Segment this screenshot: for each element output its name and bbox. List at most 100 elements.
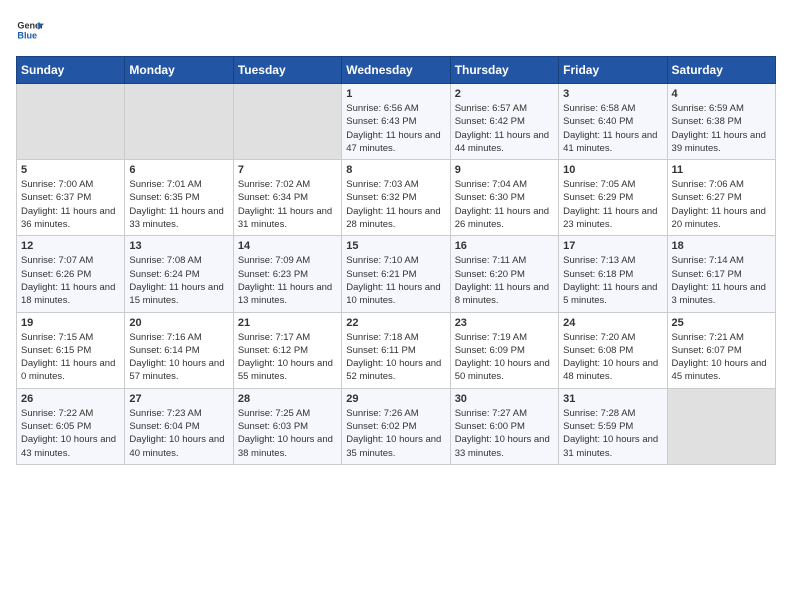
calendar-cell: 15 Sunrise: 7:10 AMSunset: 6:21 PMDayligh… [342,236,450,312]
day-info: Sunrise: 7:23 AMSunset: 6:04 PMDaylight:… [129,407,228,460]
day-info: Sunrise: 6:56 AMSunset: 6:43 PMDaylight:… [346,102,445,155]
day-info: Sunrise: 7:16 AMSunset: 6:14 PMDaylight:… [129,331,228,384]
calendar-cell: 29 Sunrise: 7:26 AMSunset: 6:02 PMDayligh… [342,388,450,464]
day-number: 23 [455,317,554,329]
day-number: 26 [21,393,120,405]
day-number: 8 [346,164,445,176]
day-info: Sunrise: 7:07 AMSunset: 6:26 PMDaylight:… [21,254,120,307]
calendar-cell: 23 Sunrise: 7:19 AMSunset: 6:09 PMDayligh… [450,312,558,388]
day-info: Sunrise: 7:22 AMSunset: 6:05 PMDaylight:… [21,407,120,460]
day-number: 31 [563,393,662,405]
day-info: Sunrise: 7:21 AMSunset: 6:07 PMDaylight:… [672,331,771,384]
logo-icon: General Blue [16,16,44,44]
calendar-week-row: 19Sunrise: 7:15 AMSunset: 6:15 PMDayligh… [17,312,776,388]
day-number: 14 [238,240,337,252]
day-number: 1 [346,88,445,100]
day-number: 22 [346,317,445,329]
day-number: 16 [455,240,554,252]
day-info: Sunrise: 7:28 AMSunset: 5:59 PMDaylight:… [563,407,662,460]
day-info: Sunrise: 7:26 AMSunset: 6:02 PMDaylight:… [346,407,445,460]
day-number: 18 [672,240,771,252]
calendar-cell: 12 Sunrise: 7:07 AMSunset: 6:26 PMDayligh… [17,236,125,312]
day-number: 27 [129,393,228,405]
day-info: Sunrise: 6:57 AMSunset: 6:42 PMDaylight:… [455,102,554,155]
day-info: Sunrise: 7:11 AMSunset: 6:20 PMDaylight:… [455,254,554,307]
calendar-body: 1 Sunrise: 6:56 AMSunset: 6:43 PMDaylight… [17,84,776,465]
day-number: 21 [238,317,337,329]
day-number: 12 [21,240,120,252]
calendar-cell: 9Sunrise: 7:04 AMSunset: 6:30 PMDaylight… [450,160,558,236]
calendar-header: SundayMondayTuesdayWednesdayThursdayFrid… [17,57,776,84]
page-header: General Blue [16,16,776,44]
calendar-cell: 16 Sunrise: 7:11 AMSunset: 6:20 PMDayligh… [450,236,558,312]
weekday-header: Wednesday [342,57,450,84]
day-info: Sunrise: 6:59 AMSunset: 6:38 PMDaylight:… [672,102,771,155]
calendar-cell: 5 Sunrise: 7:00 AMSunset: 6:37 PMDaylight… [17,160,125,236]
calendar-cell: 14Sunrise: 7:09 AMSunset: 6:23 PMDayligh… [233,236,341,312]
day-info: Sunrise: 7:17 AMSunset: 6:12 PMDaylight:… [238,331,337,384]
day-info: Sunrise: 7:20 AMSunset: 6:08 PMDaylight:… [563,331,662,384]
day-number: 10 [563,164,662,176]
day-info: Sunrise: 7:14 AMSunset: 6:17 PMDaylight:… [672,254,771,307]
day-number: 30 [455,393,554,405]
day-number: 3 [563,88,662,100]
calendar-cell [17,84,125,160]
calendar-cell: 1 Sunrise: 6:56 AMSunset: 6:43 PMDaylight… [342,84,450,160]
calendar-cell [233,84,341,160]
day-number: 11 [672,164,771,176]
day-number: 9 [455,164,554,176]
calendar-cell: 24Sunrise: 7:20 AMSunset: 6:08 PMDayligh… [559,312,667,388]
calendar-cell: 19Sunrise: 7:15 AMSunset: 6:15 PMDayligh… [17,312,125,388]
svg-text:Blue: Blue [17,30,37,40]
calendar-week-row: 26 Sunrise: 7:22 AMSunset: 6:05 PMDayligh… [17,388,776,464]
weekday-header: Saturday [667,57,775,84]
calendar-cell: 13 Sunrise: 7:08 AMSunset: 6:24 PMDayligh… [125,236,233,312]
day-number: 25 [672,317,771,329]
day-info: Sunrise: 7:00 AMSunset: 6:37 PMDaylight:… [21,178,120,231]
calendar-week-row: 1 Sunrise: 6:56 AMSunset: 6:43 PMDaylight… [17,84,776,160]
day-number: 20 [129,317,228,329]
weekday-header: Friday [559,57,667,84]
day-number: 15 [346,240,445,252]
header-row: SundayMondayTuesdayWednesdayThursdayFrid… [17,57,776,84]
calendar-table: SundayMondayTuesdayWednesdayThursdayFrid… [16,56,776,465]
day-number: 4 [672,88,771,100]
day-info: Sunrise: 6:58 AMSunset: 6:40 PMDaylight:… [563,102,662,155]
calendar-cell: 4 Sunrise: 6:59 AMSunset: 6:38 PMDaylight… [667,84,775,160]
day-info: Sunrise: 7:01 AMSunset: 6:35 PMDaylight:… [129,178,228,231]
weekday-header: Sunday [17,57,125,84]
day-info: Sunrise: 7:27 AMSunset: 6:00 PMDaylight:… [455,407,554,460]
calendar-cell: 21 Sunrise: 7:17 AMSunset: 6:12 PMDayligh… [233,312,341,388]
day-number: 5 [21,164,120,176]
calendar-cell: 31 Sunrise: 7:28 AMSunset: 5:59 PMDayligh… [559,388,667,464]
calendar-cell: 20 Sunrise: 7:16 AMSunset: 6:14 PMDayligh… [125,312,233,388]
calendar-cell: 17Sunrise: 7:13 AMSunset: 6:18 PMDayligh… [559,236,667,312]
calendar-cell: 27 Sunrise: 7:23 AMSunset: 6:04 PMDayligh… [125,388,233,464]
calendar-week-row: 5 Sunrise: 7:00 AMSunset: 6:37 PMDaylight… [17,160,776,236]
day-number: 13 [129,240,228,252]
day-info: Sunrise: 7:19 AMSunset: 6:09 PMDaylight:… [455,331,554,384]
day-info: Sunrise: 7:25 AMSunset: 6:03 PMDaylight:… [238,407,337,460]
calendar-cell: 28 Sunrise: 7:25 AMSunset: 6:03 PMDayligh… [233,388,341,464]
calendar-cell: 3 Sunrise: 6:58 AMSunset: 6:40 PMDaylight… [559,84,667,160]
day-info: Sunrise: 7:15 AMSunset: 6:15 PMDaylight:… [21,331,120,384]
calendar-week-row: 12 Sunrise: 7:07 AMSunset: 6:26 PMDayligh… [17,236,776,312]
calendar-cell: 2Sunrise: 6:57 AMSunset: 6:42 PMDaylight… [450,84,558,160]
day-info: Sunrise: 7:18 AMSunset: 6:11 PMDaylight:… [346,331,445,384]
weekday-header: Thursday [450,57,558,84]
day-info: Sunrise: 7:03 AMSunset: 6:32 PMDaylight:… [346,178,445,231]
day-number: 29 [346,393,445,405]
day-info: Sunrise: 7:05 AMSunset: 6:29 PMDaylight:… [563,178,662,231]
calendar-cell: 10 Sunrise: 7:05 AMSunset: 6:29 PMDayligh… [559,160,667,236]
day-info: Sunrise: 7:10 AMSunset: 6:21 PMDaylight:… [346,254,445,307]
day-number: 17 [563,240,662,252]
weekday-header: Tuesday [233,57,341,84]
day-info: Sunrise: 7:08 AMSunset: 6:24 PMDaylight:… [129,254,228,307]
day-number: 28 [238,393,337,405]
calendar-cell: 22 Sunrise: 7:18 AMSunset: 6:11 PMDayligh… [342,312,450,388]
day-number: 7 [238,164,337,176]
calendar-cell: 11Sunrise: 7:06 AMSunset: 6:27 PMDayligh… [667,160,775,236]
calendar-cell: 25 Sunrise: 7:21 AMSunset: 6:07 PMDayligh… [667,312,775,388]
weekday-header: Monday [125,57,233,84]
calendar-cell [667,388,775,464]
